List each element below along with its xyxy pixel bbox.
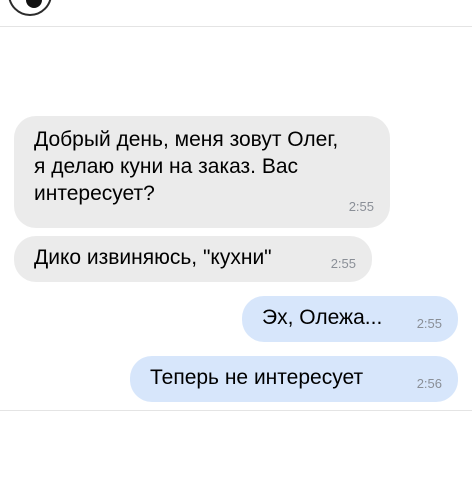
message-bubble-incoming[interactable]: Дико извиняюсь, "кухни" 2:55 <box>14 236 372 282</box>
message-time: 2:55 <box>330 256 356 271</box>
avatar-image <box>26 0 42 8</box>
message-time: 2:55 <box>416 316 442 331</box>
message-bubble-incoming[interactable]: Добрый день, меня зовут Олег, я делаю ку… <box>14 116 390 228</box>
chat-header <box>0 0 472 26</box>
message-text: Добрый день, меня зовут Олег, я делаю ку… <box>34 128 339 205</box>
message-text: Дико извиняюсь, "кухни" <box>34 246 272 269</box>
avatar-icon[interactable] <box>8 0 52 16</box>
composer-area <box>0 411 472 500</box>
message-bubble-outgoing[interactable]: Теперь не интересует 2:56 <box>130 356 458 402</box>
message-time: 2:55 <box>348 199 374 214</box>
message-bubble-outgoing[interactable]: Эх, Олежа... 2:55 <box>242 296 458 342</box>
message-text: Теперь не интересует <box>150 366 364 389</box>
message-time: 2:56 <box>416 376 442 391</box>
